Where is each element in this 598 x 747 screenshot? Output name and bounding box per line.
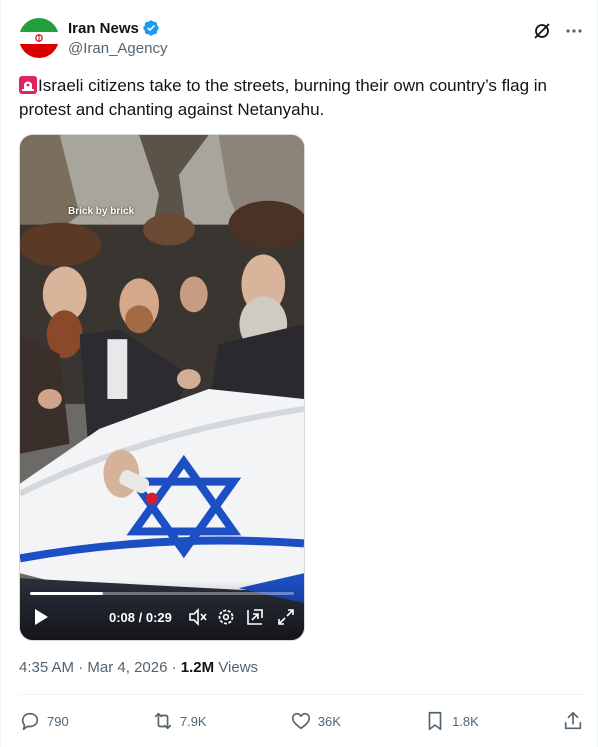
tweet-body: Israeli citizens take to the streets, bu… — [19, 76, 547, 119]
tweet-header: Iran News @Iran_Agency — [19, 17, 584, 63]
like-button[interactable]: 36K — [290, 710, 341, 732]
verified-badge-icon — [143, 20, 159, 36]
bookmark-icon — [428, 711, 442, 731]
video-frame — [20, 135, 304, 640]
author-handle[interactable]: @Iran_Agency — [68, 40, 167, 57]
repost-button[interactable]: 7.9K — [152, 710, 207, 732]
reply-icon — [21, 712, 39, 731]
divider — [19, 694, 584, 695]
video-progress-bar[interactable] — [30, 592, 294, 595]
settings-gear-icon[interactable] — [216, 607, 236, 627]
tweet-date[interactable]: Mar 4, 2026 — [87, 659, 167, 676]
picture-in-picture-icon[interactable] — [245, 607, 265, 627]
bookmark-count: 1.8K — [452, 713, 479, 729]
repost-icon — [154, 712, 172, 730]
video-progress-fill — [30, 592, 103, 595]
heart-icon — [291, 712, 310, 730]
mute-icon[interactable] — [188, 607, 208, 627]
action-bar: 790 7.9K 36K 1.8K — [19, 709, 584, 733]
reply-count: 790 — [47, 713, 69, 729]
tweet-text: Israeli citizens take to the streets, bu… — [19, 74, 584, 122]
play-icon[interactable] — [32, 608, 50, 626]
like-count: 36K — [317, 713, 341, 729]
tweet-time[interactable]: 4:35 AM — [19, 659, 74, 676]
video-time: 0:08 / 0:29 — [109, 610, 172, 625]
fullscreen-icon[interactable] — [276, 607, 296, 627]
author-display-name[interactable]: Iran News — [68, 20, 139, 37]
video-watermark: Brick by brick — [68, 206, 135, 217]
video-controls: 0:08 / 0:29 — [20, 580, 304, 640]
share-icon — [564, 711, 582, 730]
meta-separator: · — [78, 659, 84, 676]
meta-separator-2: · — [171, 659, 177, 676]
share-button[interactable] — [562, 710, 584, 732]
more-options-icon[interactable] — [564, 21, 584, 41]
rotating-light-icon — [19, 76, 37, 94]
video-player[interactable]: Brick by brick 0:08 / 0:29 — [19, 134, 305, 641]
tweet-meta: 4:35 AM · Mar 4, 2026 · 1.2M Views — [19, 659, 258, 676]
grok-icon[interactable] — [532, 21, 552, 41]
avatar[interactable] — [19, 18, 59, 58]
bookmark-button[interactable]: 1.8K — [424, 710, 479, 732]
reply-button[interactable]: 790 — [19, 710, 69, 732]
views-label: Views — [218, 659, 259, 676]
repost-count: 7.9K — [179, 713, 207, 729]
views-count: 1.2M — [180, 659, 215, 676]
